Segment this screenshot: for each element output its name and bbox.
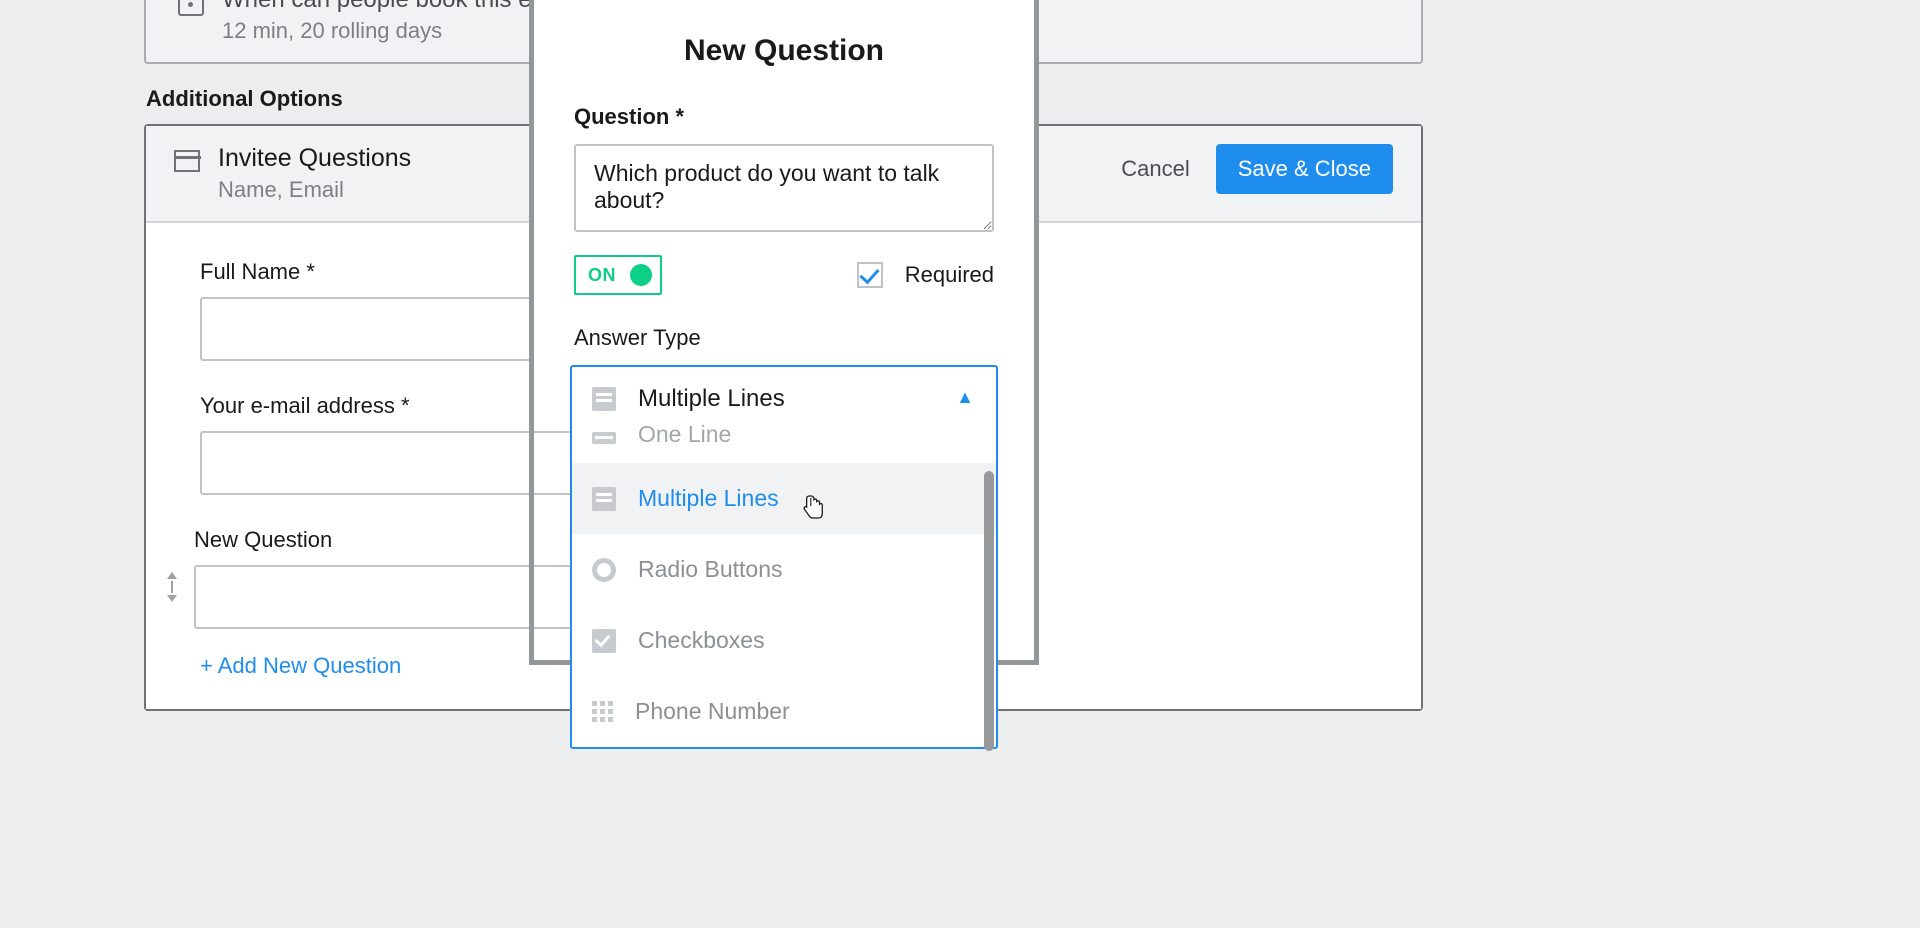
option-multiple-lines-label: Multiple Lines: [638, 485, 779, 512]
modal-title: New Question: [574, 34, 994, 68]
invitee-questions-title: Invitee Questions: [218, 144, 411, 173]
toggle-knob: [630, 264, 652, 286]
new-question-modal: New Question Question * ON Required Answ…: [534, 0, 1034, 363]
invitee-header-texts: Invitee Questions Name, Email: [218, 144, 411, 203]
option-multiple-lines[interactable]: Multiple Lines: [572, 463, 996, 534]
question-field-label: Question *: [574, 104, 994, 130]
required-checkbox[interactable]: [857, 262, 883, 288]
option-radio-label: Radio Buttons: [638, 556, 782, 583]
calendar-dot-icon: [178, 0, 204, 16]
toggle-on-label: ON: [588, 265, 616, 286]
required-group: Required: [857, 262, 994, 288]
selected-answer-type-text: Multiple Lines: [638, 385, 785, 413]
question-textarea[interactable]: [574, 144, 994, 232]
dropdown-selected-area[interactable]: Multiple Lines One Line ▲: [572, 367, 996, 463]
dropdown-selected-row: Multiple Lines: [592, 377, 976, 421]
multiple-lines-icon: [592, 487, 616, 511]
invitee-questions-subtitle: Name, Email: [218, 177, 411, 203]
option-radio-buttons[interactable]: Radio Buttons: [572, 534, 996, 605]
phone-keypad-icon: [592, 701, 613, 722]
dropdown-secondary-row: One Line: [592, 421, 976, 462]
option-phone-label: Phone Number: [635, 698, 790, 725]
one-line-icon: [592, 432, 616, 444]
radio-icon: [592, 558, 616, 582]
checkbox-icon: [592, 629, 616, 653]
option-phone-number[interactable]: Phone Number: [572, 676, 996, 747]
chevron-up-icon: ▲: [956, 387, 974, 408]
header-actions: Cancel Save & Close: [1117, 144, 1393, 194]
active-toggle[interactable]: ON: [574, 255, 662, 295]
answer-type-dropdown[interactable]: Multiple Lines One Line ▲ Multiple Lines…: [570, 365, 998, 749]
toggle-required-row: ON Required: [574, 255, 994, 295]
save-close-button[interactable]: Save & Close: [1216, 144, 1393, 194]
dropdown-scrollbar[interactable]: [984, 471, 994, 751]
required-label: Required: [905, 262, 994, 288]
dropdown-options-list: Multiple Lines Radio Buttons Checkboxes …: [572, 463, 996, 747]
form-icon: [174, 150, 200, 172]
option-checkboxes[interactable]: Checkboxes: [572, 605, 996, 676]
cancel-button[interactable]: Cancel: [1117, 146, 1193, 192]
answer-type-label: Answer Type: [574, 325, 994, 351]
option-checkboxes-label: Checkboxes: [638, 627, 765, 654]
multiple-lines-icon: [592, 387, 616, 411]
drag-handle-icon[interactable]: [160, 572, 178, 602]
secondary-line-text: One Line: [638, 421, 731, 448]
